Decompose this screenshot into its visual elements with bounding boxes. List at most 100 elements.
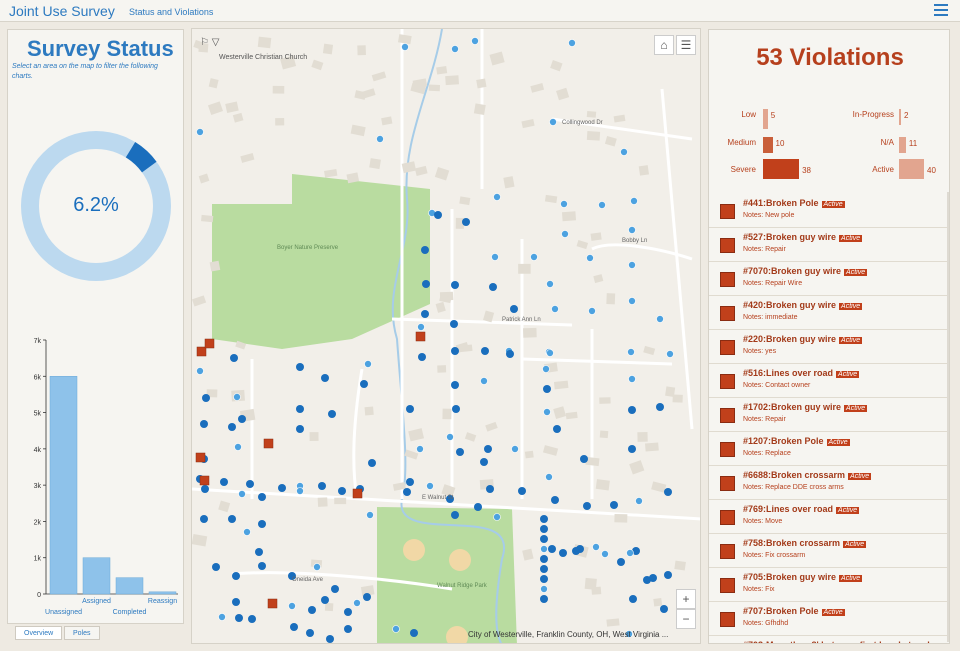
pole-point[interactable] — [290, 623, 298, 631]
pole-point[interactable] — [451, 511, 459, 519]
pole-point[interactable] — [548, 545, 556, 553]
stat-bar-in-progress[interactable] — [899, 109, 901, 125]
pole-point[interactable] — [629, 595, 637, 603]
pole-point[interactable] — [238, 415, 246, 423]
pole-point[interactable] — [474, 503, 482, 511]
pole-point[interactable] — [456, 448, 464, 456]
pole-point[interactable] — [559, 549, 567, 557]
hamburger-menu-icon[interactable] — [934, 4, 948, 16]
pole-point[interactable] — [451, 45, 459, 53]
pole-point[interactable] — [238, 490, 246, 498]
pole-point[interactable] — [643, 576, 651, 584]
donut-progress-arc[interactable] — [125, 142, 157, 173]
pole-point[interactable] — [421, 310, 429, 318]
tab-overview[interactable]: Overview — [15, 626, 63, 640]
violation-point[interactable] — [352, 488, 363, 499]
pole-point[interactable] — [243, 528, 251, 536]
pole-point[interactable] — [543, 408, 551, 416]
pole-point[interactable] — [321, 374, 329, 382]
pole-point[interactable] — [486, 485, 494, 493]
pole-point[interactable] — [540, 585, 548, 593]
violation-point[interactable] — [263, 438, 274, 449]
pole-point[interactable] — [230, 354, 238, 362]
pole-point[interactable] — [656, 315, 664, 323]
pole-point[interactable] — [446, 433, 454, 441]
stat-bar-active[interactable] — [899, 159, 924, 179]
pole-point[interactable] — [196, 367, 204, 375]
pole-point[interactable] — [592, 543, 600, 551]
pole-point[interactable] — [628, 226, 636, 234]
pole-point[interactable] — [664, 571, 672, 579]
stat-bar-medium[interactable] — [763, 137, 773, 153]
pole-point[interactable] — [248, 615, 256, 623]
pole-point[interactable] — [568, 39, 576, 47]
violation-list-item[interactable]: #758:Broken crossarm Active Notes: Fix cro… — [709, 534, 949, 568]
violation-point[interactable] — [199, 475, 210, 486]
pole-point[interactable] — [561, 230, 569, 238]
pole-point[interactable] — [628, 297, 636, 305]
pole-point[interactable] — [471, 37, 479, 45]
pole-point[interactable] — [331, 585, 339, 593]
pole-point[interactable] — [246, 480, 254, 488]
pole-point[interactable] — [406, 405, 414, 413]
pole-point[interactable] — [200, 420, 208, 428]
pole-point[interactable] — [481, 347, 489, 355]
pole-point[interactable] — [635, 497, 643, 505]
zoom-out-button[interactable]: − — [676, 609, 696, 629]
pole-point[interactable] — [233, 393, 241, 401]
pole-point[interactable] — [628, 375, 636, 383]
pole-point[interactable] — [228, 515, 236, 523]
pole-point[interactable] — [549, 118, 557, 126]
pole-point[interactable] — [360, 380, 368, 388]
pole-point[interactable] — [586, 254, 594, 262]
pole-point[interactable] — [610, 501, 618, 509]
violation-list-item[interactable]: #705:Broken guy wire Active Notes: Fix — [709, 568, 949, 602]
pole-point[interactable] — [353, 599, 361, 607]
violation-list-item[interactable]: #527:Broken guy wire Active Notes: Repair — [709, 228, 949, 262]
bar-completed[interactable] — [115, 577, 144, 595]
pole-point[interactable] — [232, 572, 240, 580]
pole-point[interactable] — [540, 535, 548, 543]
pole-point[interactable] — [392, 625, 400, 633]
pole-point[interactable] — [480, 458, 488, 466]
pole-point[interactable] — [410, 629, 418, 637]
pole-point[interactable] — [416, 445, 424, 453]
map-tools[interactable]: ⚐ ▽ — [200, 37, 219, 48]
pole-point[interactable] — [328, 410, 336, 418]
pole-point[interactable] — [540, 575, 548, 583]
pole-point[interactable] — [664, 488, 672, 496]
pole-point[interactable] — [406, 478, 414, 486]
pole-point[interactable] — [338, 487, 346, 495]
violation-list-item[interactable]: #7070:Broken guy wire Active Notes: Repair… — [709, 262, 949, 296]
pole-point[interactable] — [484, 445, 492, 453]
pole-point[interactable] — [376, 135, 384, 143]
stat-bar-severe[interactable] — [763, 159, 800, 179]
violation-list-item[interactable]: #769:Lines over road Active Notes: Move — [709, 500, 949, 534]
pole-point[interactable] — [451, 281, 459, 289]
violation-list-item[interactable]: #220:Broken guy wire Active Notes: yes — [709, 330, 949, 364]
pole-point[interactable] — [318, 482, 326, 490]
pole-point[interactable] — [296, 405, 304, 413]
pole-point[interactable] — [628, 445, 636, 453]
pole-point[interactable] — [417, 323, 425, 331]
pole-point[interactable] — [368, 459, 376, 467]
pole-point[interactable] — [540, 595, 548, 603]
violation-list[interactable]: #441:Broken Pole Active Notes: New pole #52… — [709, 194, 949, 643]
pole-point[interactable] — [234, 443, 242, 451]
pole-point[interactable] — [201, 485, 209, 493]
pole-point[interactable] — [401, 43, 409, 51]
legend-list-icon[interactable]: ☰ — [676, 35, 696, 55]
map-canvas[interactable]: Westerville Christian Church Boyer Natur… — [192, 29, 701, 644]
pole-point[interactable] — [450, 320, 458, 328]
pole-point[interactable] — [196, 128, 204, 136]
pole-point[interactable] — [530, 253, 538, 261]
pole-point[interactable] — [451, 347, 459, 355]
pole-point[interactable] — [598, 201, 606, 209]
pole-point[interactable] — [540, 555, 548, 563]
pole-point[interactable] — [452, 405, 460, 413]
pole-point[interactable] — [321, 596, 329, 604]
pole-point[interactable] — [421, 246, 429, 254]
bar-assigned[interactable] — [82, 557, 111, 595]
home-icon[interactable]: ⌂ — [654, 35, 674, 55]
pole-point[interactable] — [220, 478, 228, 486]
